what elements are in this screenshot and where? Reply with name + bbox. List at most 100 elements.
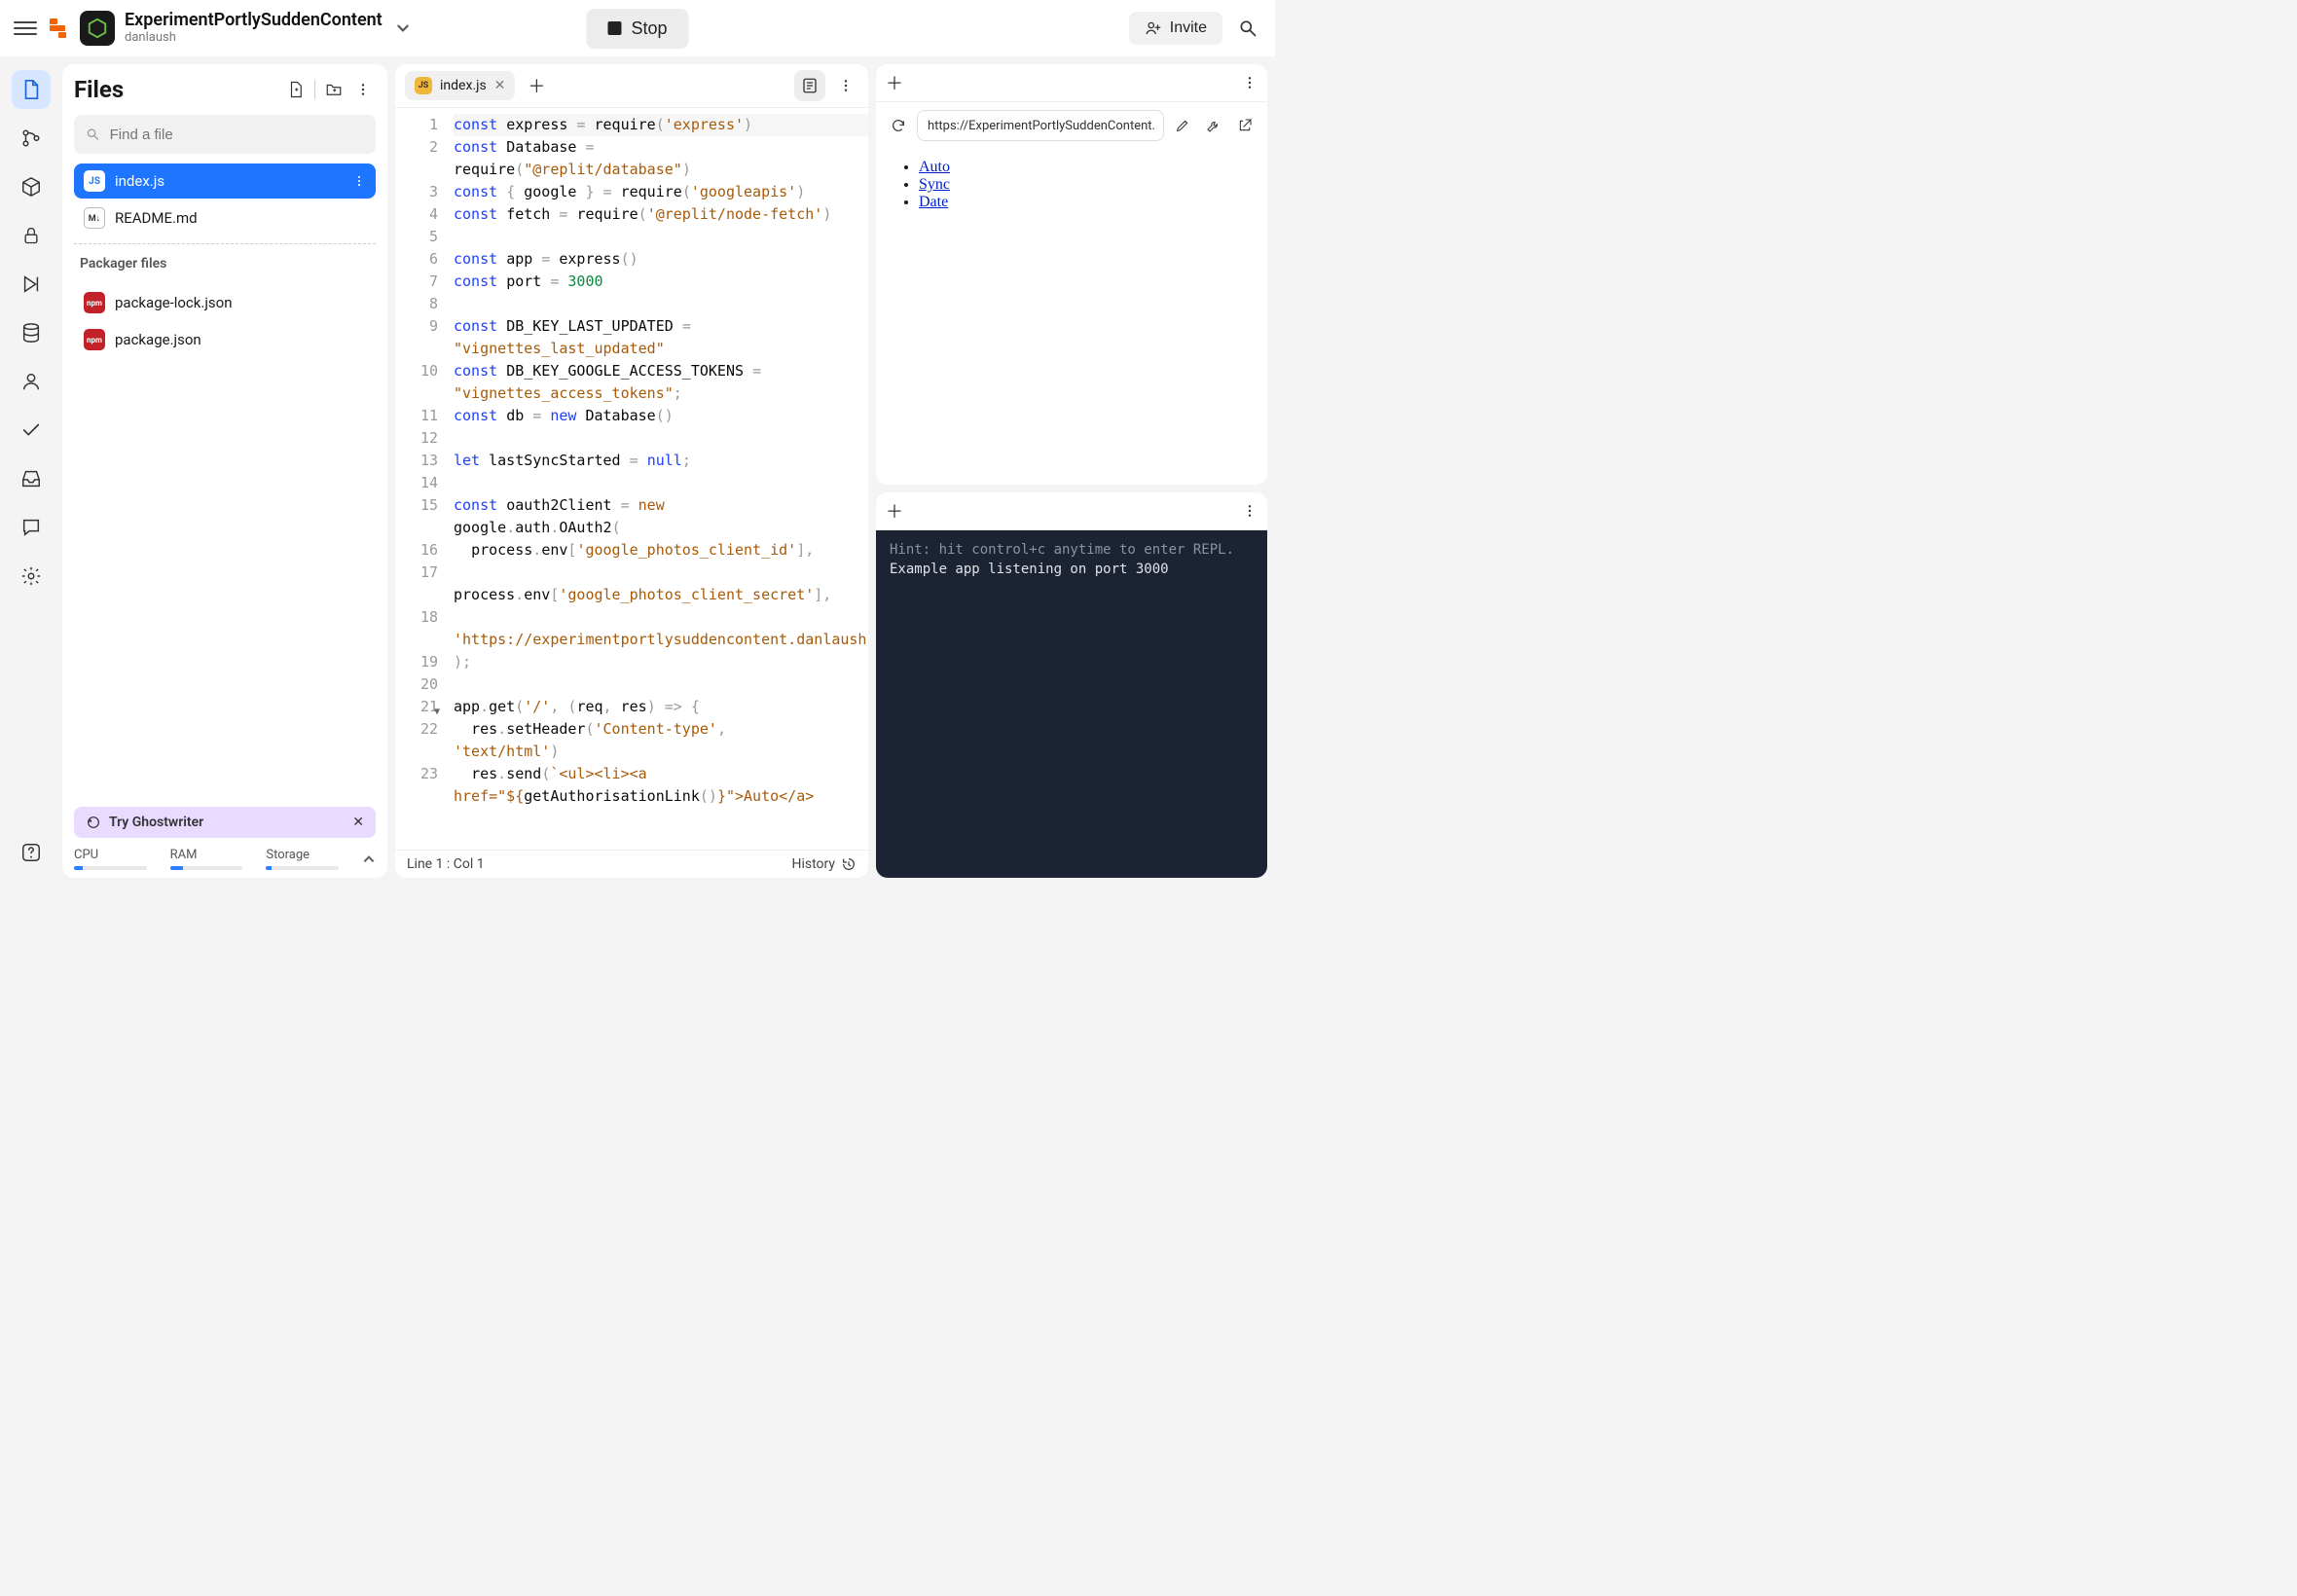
search-icon (86, 127, 100, 142)
stats-expand[interactable] (362, 852, 376, 866)
search-button[interactable] (1234, 15, 1261, 42)
file-more-button[interactable] (352, 174, 366, 188)
console-more[interactable] (1242, 503, 1258, 519)
play-skip-icon (20, 273, 42, 295)
lock-icon (21, 225, 41, 246)
reload-icon (891, 118, 906, 133)
hamburger-menu[interactable] (14, 17, 37, 40)
webview-link[interactable]: Auto (919, 159, 950, 175)
files-more-button[interactable] (350, 77, 376, 102)
webview-panel: ＋ https://ExperimentPortlySuddenContent. (876, 64, 1267, 485)
devtools-button[interactable] (1201, 113, 1226, 138)
more-vertical-icon (355, 82, 371, 97)
rail-packages[interactable] (12, 167, 51, 206)
ghostwriter-close[interactable]: ✕ (352, 815, 364, 830)
new-folder-icon (325, 81, 343, 98)
pencil-icon (1175, 118, 1190, 133)
js-badge-icon: JS (415, 77, 432, 94)
file-row-readme[interactable]: M↓ README.md (74, 200, 376, 236)
console-panel: ＋ Hint: hit control+c anytime to enter R… (876, 492, 1267, 878)
stat-ram[interactable]: RAM (170, 848, 243, 870)
stop-icon (607, 21, 621, 35)
console-output[interactable]: Hint: hit control+c anytime to enter REP… (876, 530, 1267, 878)
file-row-index-js[interactable]: JS index.js (74, 163, 376, 199)
reload-button[interactable] (886, 113, 911, 138)
stop-button[interactable]: Stop (586, 9, 688, 49)
history-button[interactable]: History (791, 856, 857, 872)
open-external-button[interactable] (1232, 113, 1258, 138)
rail-inbox[interactable] (12, 459, 51, 498)
rail-debugger[interactable] (12, 265, 51, 304)
new-file-button[interactable] (283, 77, 309, 102)
separator (74, 243, 376, 244)
stat-cpu[interactable]: CPU (74, 848, 147, 870)
search-icon (1238, 18, 1258, 38)
code-body[interactable]: const express = require('express')const … (448, 108, 868, 850)
packager-label: Packager files (74, 252, 376, 275)
file-name: index.js (115, 172, 164, 190)
file-list: JS index.js M↓ README.md (74, 163, 376, 236)
replit-logo-icon[interactable] (47, 17, 70, 40)
project-dropdown-caret[interactable] (396, 21, 410, 35)
rail-user[interactable] (12, 362, 51, 401)
edit-button[interactable] (1170, 113, 1195, 138)
package-icon (20, 176, 42, 198)
tab-index-js[interactable]: JS index.js ✕ (405, 71, 515, 100)
files-panel: Files JS index.js (62, 64, 387, 878)
history-icon (841, 856, 857, 872)
ghostwriter-label: Try Ghostwriter (109, 815, 203, 830)
webview-content: AutoSyncDate (876, 149, 1267, 485)
find-file-input[interactable] (110, 127, 364, 143)
rail-secrets[interactable] (12, 216, 51, 255)
stat-storage[interactable]: Storage (266, 848, 339, 870)
editor-tabs: JS index.js ✕ ＋ (395, 64, 868, 108)
help-icon (20, 842, 42, 863)
rail-database[interactable] (12, 313, 51, 352)
project-info[interactable]: ExperimentPortlySuddenContent danlaush (125, 11, 383, 46)
url-bar[interactable]: https://ExperimentPortlySuddenContent. (917, 110, 1164, 141)
stop-label: Stop (631, 18, 667, 39)
new-folder-button[interactable] (321, 77, 346, 102)
ghost-icon (86, 815, 101, 830)
code-editor[interactable]: 123456789101112131415161718192021▼2223 c… (395, 108, 868, 850)
file-name: package.json (115, 331, 201, 348)
console-tabs: ＋ (876, 492, 1267, 530)
project-title: ExperimentPortlySuddenContent (125, 11, 383, 31)
rail-settings[interactable] (12, 557, 51, 596)
nodejs-logo-icon (80, 11, 115, 46)
git-branch-icon (20, 127, 42, 149)
new-file-icon (287, 81, 305, 98)
webview-new-tab[interactable]: ＋ (886, 70, 903, 95)
webview-link[interactable]: Date (919, 194, 948, 210)
files-title: Files (74, 76, 283, 103)
find-file-box[interactable] (74, 115, 376, 154)
file-row-package-lock[interactable]: npm package-lock.json (74, 285, 376, 320)
console-new-tab[interactable]: ＋ (886, 498, 903, 524)
file-row-package-json[interactable]: npm package.json (74, 322, 376, 357)
topbar: ExperimentPortlySuddenContent danlaush S… (0, 0, 1275, 56)
main-layout: Files JS index.js (0, 56, 1275, 886)
webview-link[interactable]: Sync (919, 176, 950, 193)
file-name: README.md (115, 209, 198, 227)
webview-more[interactable] (1242, 75, 1258, 91)
npm-badge-icon: npm (84, 329, 105, 350)
tab-close[interactable]: ✕ (494, 78, 506, 93)
cursor-position[interactable]: Line 1 : Col 1 (407, 856, 485, 872)
docs-button[interactable] (794, 70, 825, 101)
rail-chat[interactable] (12, 508, 51, 547)
md-badge-icon: M↓ (84, 207, 105, 229)
new-tab-button[interactable]: ＋ (525, 74, 548, 97)
packager-list: npm package-lock.json npm package.json (74, 285, 376, 357)
ghostwriter-banner[interactable]: Try Ghostwriter ✕ (74, 807, 376, 838)
rail-help[interactable] (12, 833, 51, 872)
editor-statusbar: Line 1 : Col 1 History (395, 850, 868, 878)
tab-label: index.js (440, 78, 487, 93)
rail-files[interactable] (12, 70, 51, 109)
invite-label: Invite (1170, 19, 1207, 37)
line-gutter: 123456789101112131415161718192021▼2223 (395, 108, 448, 850)
rail-tests[interactable] (12, 411, 51, 450)
invite-button[interactable]: Invite (1129, 12, 1222, 45)
rail-version-control[interactable] (12, 119, 51, 158)
editor-more-button[interactable] (833, 73, 858, 98)
webview-toolbar: https://ExperimentPortlySuddenContent. (876, 102, 1267, 149)
